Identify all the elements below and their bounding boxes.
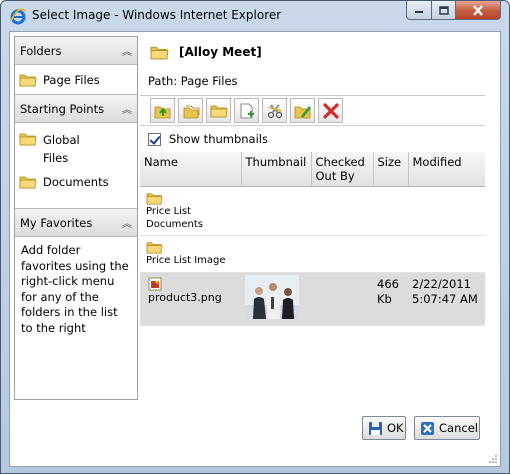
- delete-button[interactable]: [318, 98, 343, 123]
- thumbnail-cell[interactable]: [241, 272, 311, 326]
- column-header-thumbnail[interactable]: Thumbnail: [241, 152, 312, 187]
- add-file-icon: [240, 103, 254, 118]
- show-thumbnails-label: Show thumbnails: [169, 132, 268, 146]
- resize-grip-icon[interactable]: [487, 453, 498, 464]
- table-row[interactable]: Price List Image: [140, 235, 485, 273]
- current-folder-name: [Alloy Meet]: [179, 45, 262, 59]
- cut-icon: [267, 104, 282, 118]
- left-panel: Folders ︽ Page Files Starting Points ︽ G…: [14, 36, 138, 400]
- folder-icon: [19, 74, 37, 87]
- minimize-icon: [415, 11, 423, 13]
- folder-icon: [210, 105, 227, 117]
- current-folder-title: [Alloy Meet]: [150, 44, 262, 60]
- cancel-icon: [421, 421, 434, 435]
- ok-button[interactable]: OK: [362, 416, 406, 440]
- file-size: 466 Kb: [373, 272, 408, 326]
- starting-point-label: Global Files: [43, 133, 80, 165]
- show-thumbnails-row[interactable]: Show thumbnails: [140, 126, 485, 152]
- ie-icon: [10, 8, 27, 25]
- save-icon: [369, 421, 382, 435]
- maximize-button[interactable]: [431, 1, 456, 20]
- ok-label: OK: [387, 421, 404, 435]
- window-title: Select Image - Windows Internet Explorer: [32, 8, 282, 22]
- folder-icon: [146, 193, 163, 205]
- right-panel: [Alloy Meet] Path: Page Files Show thumb…: [140, 36, 485, 400]
- path-label: Path: Page Files: [148, 74, 238, 88]
- folder-item-page-files[interactable]: Page Files: [15, 65, 137, 92]
- folder-name-cell[interactable]: Price List Image: [140, 235, 241, 273]
- cancel-button[interactable]: Cancel: [414, 416, 480, 440]
- column-header-size[interactable]: Size: [373, 152, 409, 187]
- file-name-cell[interactable]: product3.png: [140, 272, 241, 326]
- starting-point-global-files[interactable]: Global Files: [15, 123, 125, 172]
- chevron-up-icon[interactable]: ︽: [122, 43, 132, 58]
- chevron-up-icon[interactable]: ︽: [122, 215, 132, 230]
- edit-folder-icon: [294, 105, 311, 118]
- close-icon: [473, 4, 483, 16]
- favorites-header[interactable]: My Favorites ︽: [15, 209, 137, 237]
- add-file-button[interactable]: [234, 98, 259, 123]
- image-thumbnail: [245, 275, 299, 319]
- title-bar[interactable]: Select Image - Windows Internet Explorer: [1, 1, 509, 31]
- cut-button[interactable]: [262, 98, 287, 123]
- table-row[interactable]: Price List Documents: [140, 186, 485, 236]
- open-folder-button[interactable]: [206, 98, 231, 123]
- starting-point-label: Documents: [43, 174, 109, 189]
- new-folder-button[interactable]: [178, 98, 203, 123]
- folder-icon: [19, 176, 37, 189]
- dialog-content: Folders ︽ Page Files Starting Points ︽ G…: [9, 31, 501, 467]
- folder-icon: [146, 242, 163, 254]
- favorites-header-label: My Favorites: [20, 215, 93, 230]
- show-thumbnails-checkbox[interactable]: [148, 132, 161, 146]
- column-header-name[interactable]: Name: [140, 152, 242, 187]
- toolbar: [140, 96, 485, 126]
- folder-icon: [150, 46, 169, 60]
- table-row-selected[interactable]: product3.png 466 Kb 2/22/2011 5:07:47 AM: [140, 272, 485, 326]
- favorites-help-text: Add folder favorites using the right-cli…: [21, 243, 129, 335]
- starting-points-header[interactable]: Starting Points ︽: [15, 95, 137, 123]
- new-folder-icon: [183, 105, 199, 118]
- edit-button[interactable]: [290, 98, 315, 123]
- folder-up-icon: [154, 106, 170, 118]
- delete-icon: [322, 102, 339, 119]
- cancel-label: Cancel: [439, 421, 478, 435]
- close-button[interactable]: [455, 1, 501, 20]
- chevron-up-icon[interactable]: ︽: [122, 101, 132, 116]
- folders-header-label: Folders: [20, 43, 62, 58]
- png-file-icon: [148, 277, 162, 291]
- maximize-icon: [438, 5, 449, 15]
- file-modified: 2/22/2011 5:07:47 AM: [408, 272, 485, 326]
- folder-name: Price List Image: [146, 255, 226, 266]
- column-header-modified[interactable]: Modified: [408, 152, 485, 187]
- folders-header[interactable]: Folders ︽: [15, 37, 137, 65]
- folder-name: Price List Documents: [146, 206, 204, 230]
- starting-point-documents[interactable]: Documents: [15, 172, 137, 194]
- starting-points-label: Starting Points: [20, 101, 105, 116]
- up-folder-button[interactable]: [150, 98, 175, 123]
- table-header-row: Name Thumbnail Checked Out By Size Modif…: [140, 152, 485, 187]
- minimize-button[interactable]: [406, 1, 432, 20]
- file-list-table: Name Thumbnail Checked Out By Size Modif…: [140, 152, 485, 326]
- folder-icon: [19, 133, 37, 146]
- file-name: product3.png: [148, 291, 222, 304]
- dialog-window: Select Image - Windows Internet Explorer…: [0, 0, 510, 474]
- column-header-checked-out-by[interactable]: Checked Out By: [311, 152, 374, 187]
- folder-label: Page Files: [43, 72, 100, 87]
- folder-name-cell[interactable]: Price List Documents: [140, 186, 241, 236]
